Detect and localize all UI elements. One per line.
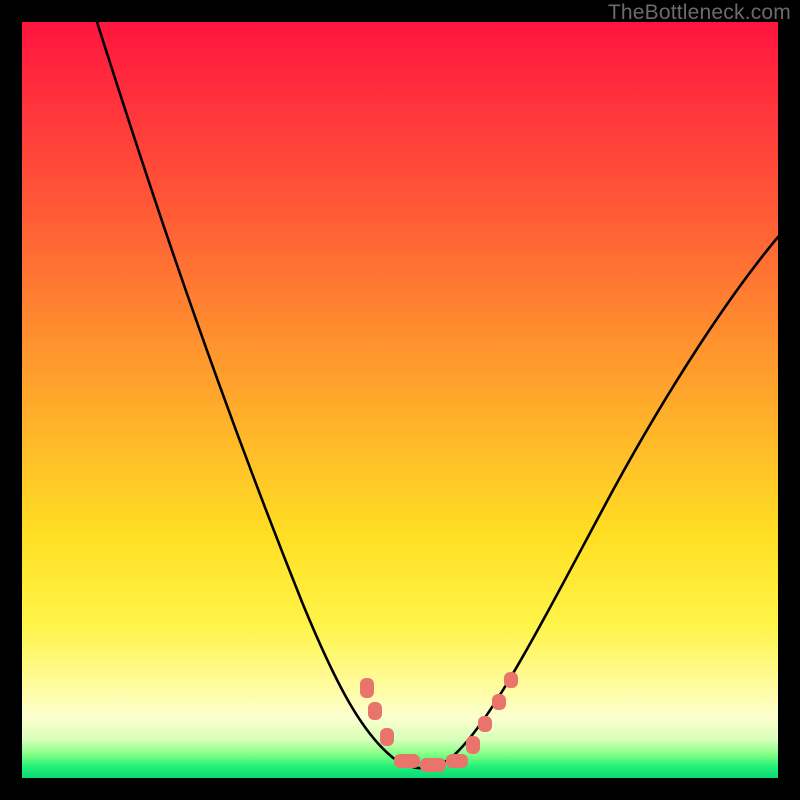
marker-dot [394, 754, 420, 768]
marker-dot [368, 702, 382, 720]
curve-path [97, 22, 778, 768]
marker-dot [504, 672, 518, 688]
watermark-text: TheBottleneck.com [608, 1, 791, 25]
marker-dot [380, 728, 394, 746]
marker-dot [446, 754, 468, 768]
marker-dot [478, 716, 492, 732]
marker-dot [492, 694, 506, 710]
marker-dot [360, 678, 374, 698]
marker-group [360, 672, 518, 772]
marker-dot [420, 758, 446, 772]
bottleneck-curve [22, 22, 778, 778]
plot-area [22, 22, 778, 778]
chart-frame: TheBottleneck.com [0, 0, 800, 800]
marker-dot [466, 736, 480, 754]
